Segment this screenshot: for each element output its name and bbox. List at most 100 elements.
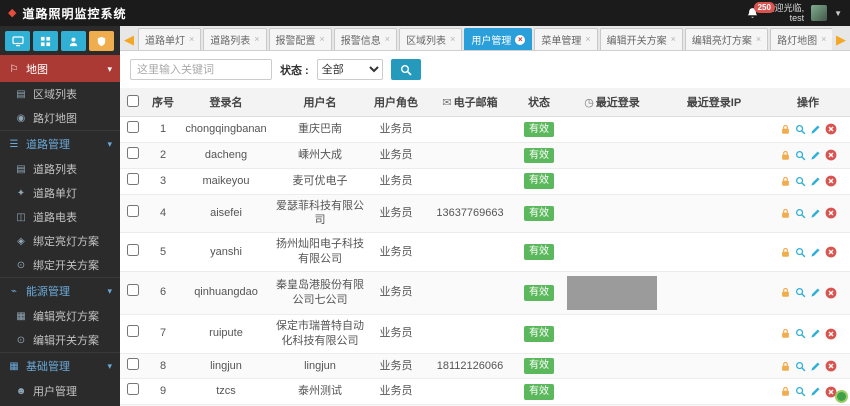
user-menu-caret-icon[interactable]: ▼	[834, 9, 842, 18]
zoom-icon[interactable]	[795, 287, 806, 298]
sidebar-item-1-4[interactable]: ⊙ 绑定开关方案	[0, 253, 120, 277]
lock-icon[interactable]	[780, 150, 791, 161]
column-header-8: 操作	[766, 88, 850, 117]
tab-close-icon[interactable]: ×	[189, 35, 194, 44]
delete-icon[interactable]	[825, 246, 837, 258]
tab-item-3[interactable]: 报警信息 ×	[333, 28, 398, 50]
column-header-label: 序号	[152, 97, 174, 109]
tab-close-icon[interactable]: ×	[671, 35, 676, 44]
table-header-row: 序号 登录名 用户名 用户角色 ✉ 电子邮箱 状态 ◷ 最近登录 最近登录IP 操作	[120, 88, 850, 117]
lock-icon[interactable]	[780, 208, 791, 219]
sidebar-tool-grid-icon[interactable]	[33, 31, 58, 51]
tab-close-icon[interactable]: ×	[450, 35, 455, 44]
tab-scroll-left-icon[interactable]: ◀	[122, 29, 136, 50]
sidebar-item-1-2[interactable]: ◫ 道路电表	[0, 205, 120, 229]
tab-close-icon[interactable]: ×	[385, 35, 390, 44]
sidebar-tool-monitor-icon[interactable]	[5, 31, 30, 51]
floating-widget-icon[interactable]	[835, 390, 848, 403]
sidebar-item-1-1[interactable]: ✦ 道路单灯	[0, 181, 120, 205]
tab-item-8[interactable]: 编辑亮灯方案 ×	[684, 28, 769, 50]
delete-icon[interactable]	[825, 149, 837, 161]
edit-icon[interactable]	[810, 247, 821, 258]
edit-icon[interactable]	[810, 328, 821, 339]
tab-close-icon[interactable]: ×	[320, 35, 325, 44]
tab-close-icon[interactable]: ×	[515, 34, 526, 45]
lock-icon[interactable]	[780, 176, 791, 187]
zoom-icon[interactable]	[795, 208, 806, 219]
row-checkbox[interactable]	[127, 146, 139, 159]
table-row-2: 2 dacheng 嵊州大成 业务员 有效	[120, 142, 850, 169]
tab-item-4[interactable]: 区域列表 ×	[399, 28, 463, 50]
sidebar-item-2-0[interactable]: ▦ 编辑亮灯方案	[0, 304, 120, 328]
edit-icon[interactable]	[810, 287, 821, 298]
tab-close-icon[interactable]: ×	[254, 35, 259, 44]
tab-item-9[interactable]: 路灯地图 ×	[770, 28, 832, 50]
lock-icon[interactable]	[780, 247, 791, 258]
lock-icon[interactable]	[780, 124, 791, 135]
tab-item-2[interactable]: 报警配置 ×	[268, 28, 332, 50]
row-checkbox[interactable]	[127, 243, 139, 256]
sidebar-tool-user-icon[interactable]	[61, 31, 86, 51]
tab-item-5[interactable]: 用户管理 ×	[464, 28, 533, 50]
search-input[interactable]	[130, 59, 272, 80]
row-checkbox[interactable]	[127, 383, 139, 396]
tab-close-icon[interactable]: ×	[585, 35, 590, 44]
sidebar-item-1-0[interactable]: ▤ 道路列表	[0, 157, 120, 181]
delete-icon[interactable]	[825, 123, 837, 135]
sidebar-item-3-0[interactable]: ☻ 用户管理	[0, 379, 120, 403]
lock-icon[interactable]	[780, 361, 791, 372]
user-avatar[interactable]	[811, 5, 828, 21]
list-icon: ▤	[16, 88, 26, 100]
sidebar-item-2-1[interactable]: ⊙ 编辑开关方案	[0, 328, 120, 352]
search-button[interactable]	[390, 59, 421, 80]
tab-scroll-right-icon[interactable]: ▶	[834, 29, 848, 50]
zoom-icon[interactable]	[795, 247, 806, 258]
zoom-icon[interactable]	[795, 124, 806, 135]
sidebar-section-header-3[interactable]: ▦ 基础管理 ▾	[0, 352, 120, 379]
cell-email	[424, 378, 516, 406]
zoom-icon[interactable]	[795, 328, 806, 339]
tab-item-0[interactable]: 道路单灯 ×	[138, 28, 202, 50]
sidebar-item-0-1[interactable]: ◉ 路灯地图	[0, 106, 120, 130]
delete-icon[interactable]	[825, 360, 837, 372]
edit-icon[interactable]	[810, 361, 821, 372]
notification-bell-icon[interactable]: 250	[746, 1, 775, 20]
zoom-icon[interactable]	[795, 150, 806, 161]
delete-icon[interactable]	[825, 175, 837, 187]
sidebar-tool-shield-icon[interactable]	[89, 31, 114, 51]
edit-icon[interactable]	[810, 150, 821, 161]
zoom-icon[interactable]	[795, 176, 806, 187]
lock-icon[interactable]	[780, 386, 791, 397]
edit-icon[interactable]	[810, 386, 821, 397]
sidebar-item-1-3[interactable]: ◈ 绑定亮灯方案	[0, 229, 120, 253]
tab-close-icon[interactable]: ×	[756, 35, 761, 44]
zoom-icon[interactable]	[795, 386, 806, 397]
lock-icon[interactable]	[780, 328, 791, 339]
sidebar-section-header-0[interactable]: ⚐ 地图 ▾	[0, 55, 120, 82]
edit-icon[interactable]	[810, 176, 821, 187]
row-checkbox[interactable]	[127, 204, 139, 217]
edit-icon[interactable]	[810, 124, 821, 135]
row-checkbox[interactable]	[127, 121, 139, 133]
sidebar-item-0-0[interactable]: ▤ 区域列表	[0, 82, 120, 106]
edit-icon[interactable]	[810, 208, 821, 219]
select-all-checkbox[interactable]	[127, 94, 139, 107]
row-checkbox[interactable]	[127, 284, 139, 297]
row-checkbox[interactable]	[127, 357, 139, 370]
sidebar-section-header-2[interactable]: ⌁ 能源管理 ▾	[0, 277, 120, 304]
tab-item-7[interactable]: 编辑开关方案 ×	[599, 28, 683, 50]
row-checkbox[interactable]	[127, 172, 139, 185]
sidebar-section-header-1[interactable]: ☰ 道路管理 ▾	[0, 130, 120, 157]
chevron-down-icon: ▾	[107, 138, 112, 149]
tab-item-6[interactable]: 菜单管理 ×	[534, 28, 598, 50]
lock-icon[interactable]	[780, 287, 791, 298]
zoom-icon[interactable]	[795, 361, 806, 372]
delete-icon[interactable]	[825, 328, 837, 340]
cell-name: 扬州灿阳电子科技有限公司	[272, 232, 368, 272]
tab-close-icon[interactable]: ×	[821, 35, 826, 44]
status-filter-select[interactable]: 全部	[316, 59, 383, 80]
delete-icon[interactable]	[825, 207, 837, 219]
delete-icon[interactable]	[825, 287, 837, 299]
tab-item-1[interactable]: 道路列表 ×	[203, 28, 267, 50]
row-checkbox[interactable]	[127, 325, 139, 338]
